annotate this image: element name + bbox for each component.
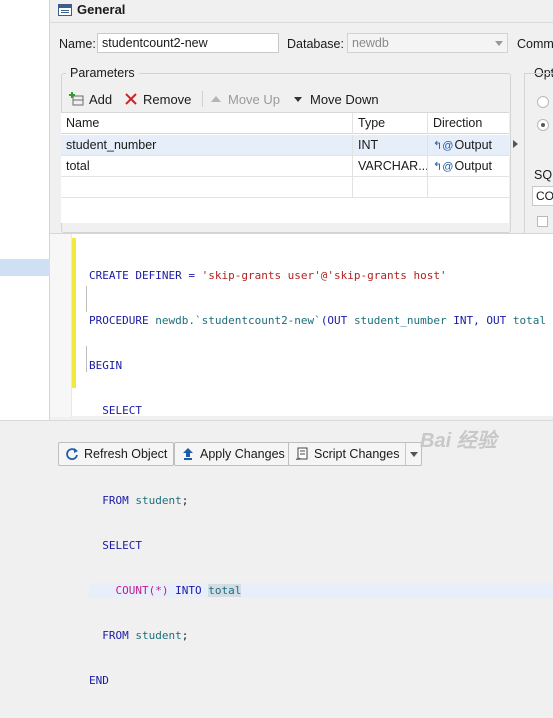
- apply-changes-label: Apply Changes: [200, 447, 285, 461]
- editor-gutter: [50, 234, 72, 417]
- database-select[interactable]: newdb: [347, 33, 508, 53]
- script-changes-label: Script Changes: [314, 447, 400, 461]
- code-line: FROM student;: [89, 629, 189, 642]
- code-line: CREATE DEFINER = 'skip-grants user'@'ski…: [89, 269, 447, 282]
- refresh-object-button[interactable]: Refresh Object: [58, 442, 175, 466]
- code-line: END: [89, 674, 109, 687]
- param-direction-cell[interactable]: ↰@ Output: [428, 156, 509, 177]
- param-direction-cell[interactable]: ↰@ Output: [428, 135, 509, 156]
- general-section-header[interactable]: General: [50, 0, 553, 23]
- table-row[interactable]: student_number INT ↰@ Output: [61, 135, 509, 156]
- code-line: FROM student;: [89, 494, 189, 507]
- procedure-name-input[interactable]: studentcount2-new: [97, 33, 279, 53]
- section-title: General: [77, 2, 126, 17]
- navigator-bottom-area: [0, 420, 50, 478]
- fold-guide: [86, 286, 87, 312]
- sql-code-editor[interactable]: CREATE DEFINER = 'skip-grants user'@'ski…: [50, 233, 553, 687]
- name-database-row: Name: studentcount2-new Database: newdb …: [50, 33, 553, 55]
- empty-cell[interactable]: [61, 177, 353, 198]
- param-name-cell[interactable]: student_number: [61, 135, 353, 156]
- apply-changes-button[interactable]: Apply Changes: [174, 442, 292, 466]
- script-icon: [295, 447, 309, 461]
- modified-lines-marker: [72, 238, 76, 388]
- column-header-name[interactable]: Name: [61, 113, 353, 134]
- output-arrow-icon: ↰@: [433, 140, 454, 152]
- output-arrow-icon: ↰@: [433, 161, 454, 173]
- move-down-label: Move Down: [310, 91, 379, 107]
- option-radio-2[interactable]: [537, 119, 549, 131]
- code-line: SELECT: [89, 539, 142, 552]
- table-row[interactable]: total VARCHAR... ↰@ Output: [61, 156, 509, 177]
- toolbar-separator: [202, 91, 203, 107]
- parameters-legend: Parameters: [66, 66, 139, 80]
- expand-arrow-icon[interactable]: [513, 140, 518, 148]
- navigator-selected-row[interactable]: [0, 259, 50, 276]
- refresh-object-label: Refresh Object: [84, 447, 168, 461]
- refresh-icon: [65, 447, 79, 461]
- apply-arrow-icon: [181, 447, 195, 461]
- procedure-editor: General Name: studentcount2-new Database…: [50, 0, 553, 687]
- database-select-value: newdb: [352, 36, 389, 50]
- param-direction-value: Output: [454, 159, 493, 173]
- add-label: Add: [89, 91, 113, 107]
- code-line-current: COUNT(*) INTO total: [89, 583, 553, 598]
- general-properties-icon: [58, 4, 72, 16]
- sql-security-label: SQL: [534, 168, 553, 182]
- parameters-grid: Name Type Direction student_number INT ↰…: [61, 112, 509, 223]
- comment-label: Comme: [517, 37, 553, 51]
- chevron-down-icon: [495, 41, 503, 46]
- sql-security-select[interactable]: CO: [532, 186, 553, 206]
- sql-code[interactable]: CREATE DEFINER = 'skip-grants user'@'ski…: [89, 238, 553, 718]
- add-row-icon: [69, 91, 85, 107]
- triangle-up-icon: [208, 91, 224, 107]
- empty-new-row[interactable]: [61, 177, 509, 198]
- code-line: SELECT: [89, 404, 142, 417]
- column-header-direction[interactable]: Direction: [428, 113, 509, 134]
- code-line: BEGIN: [89, 359, 123, 372]
- option-radio-1[interactable]: [537, 96, 549, 108]
- database-label: Database:: [287, 37, 344, 51]
- baidu-watermark: Bai 经验: [420, 430, 497, 452]
- move-up-label: Move Up: [228, 91, 281, 107]
- remove-parameter-button[interactable]: Remove: [123, 89, 191, 109]
- remove-x-icon: [123, 91, 139, 107]
- empty-cell[interactable]: [428, 177, 509, 198]
- grid-header: Name Type Direction: [61, 113, 509, 134]
- param-name-cell[interactable]: total: [61, 156, 353, 177]
- param-type-cell[interactable]: VARCHAR...: [353, 156, 428, 177]
- param-direction-value: Output: [454, 138, 493, 152]
- fold-guide: [86, 346, 87, 372]
- column-header-type[interactable]: Type: [353, 113, 428, 134]
- add-parameter-button[interactable]: Add: [69, 89, 112, 109]
- remove-label: Remove: [143, 91, 192, 107]
- move-up-button[interactable]: Move Up: [208, 89, 280, 109]
- left-navigator-panel: [0, 0, 50, 478]
- script-changes-button[interactable]: Script Changes: [288, 442, 423, 466]
- param-type-cell[interactable]: INT: [353, 135, 428, 156]
- empty-cell[interactable]: [353, 177, 428, 198]
- name-label: Name:: [59, 37, 96, 51]
- move-down-button[interactable]: Move Down: [290, 89, 379, 109]
- triangle-down-icon: [290, 91, 306, 107]
- code-line: PROCEDURE newdb.`studentcount2-new`(OUT …: [89, 314, 553, 327]
- option-checkbox[interactable]: [537, 216, 548, 227]
